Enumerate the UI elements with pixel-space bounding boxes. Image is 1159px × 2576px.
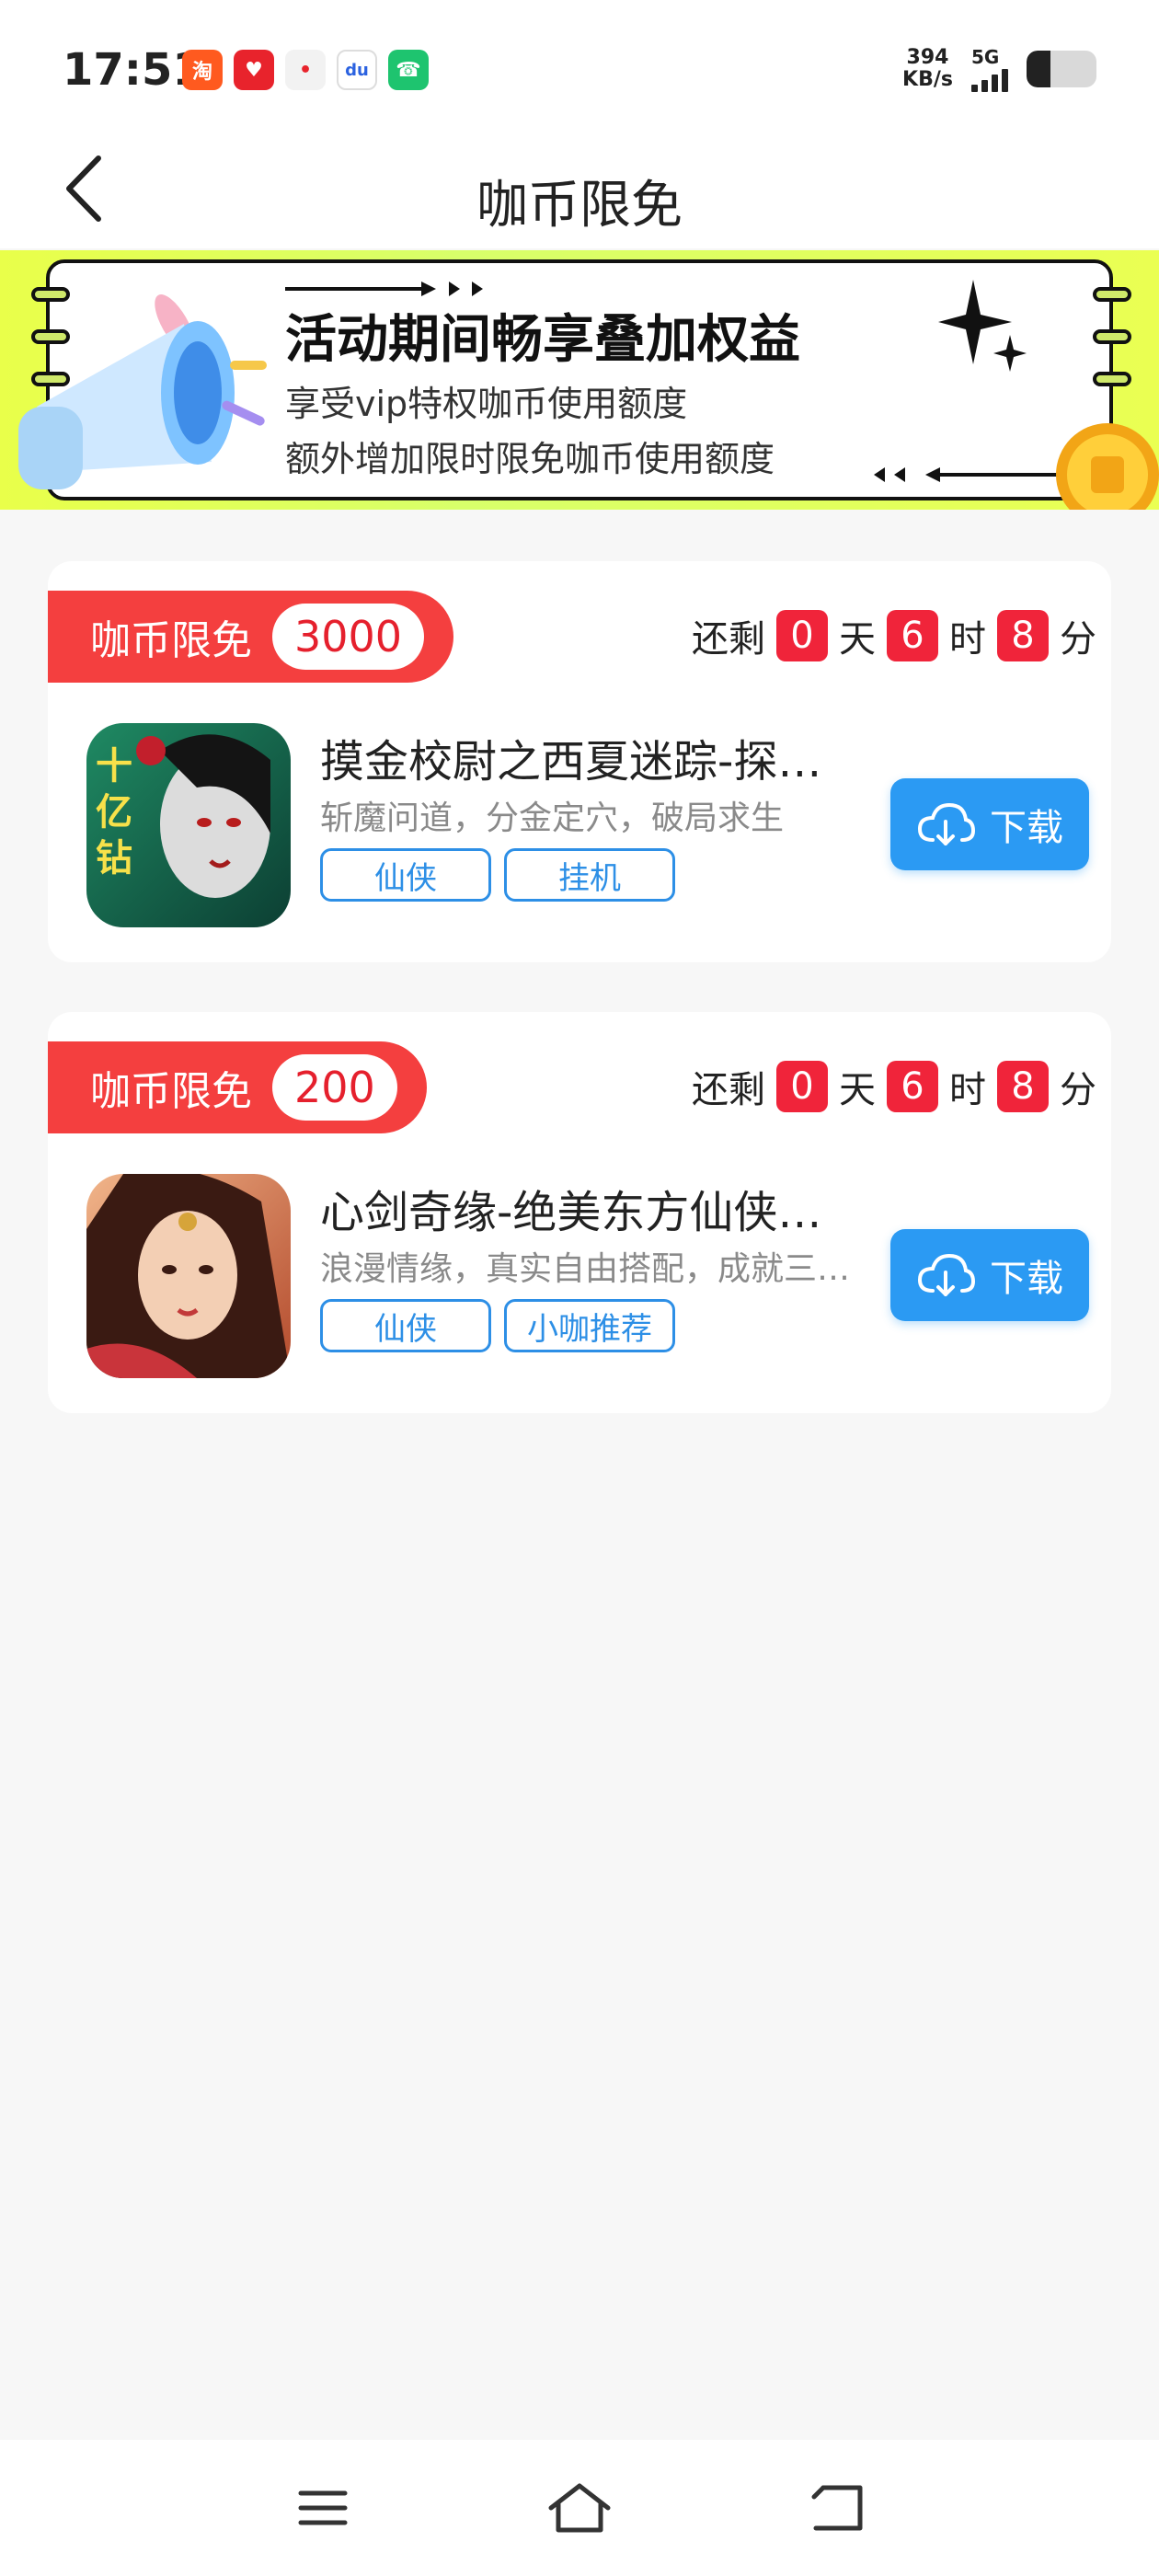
net-speed-value: 394 xyxy=(906,46,949,69)
free-tag-amount: 200 xyxy=(272,1054,397,1121)
cloud-download-icon xyxy=(917,1253,975,1296)
countdown-days: 0 xyxy=(776,1061,828,1112)
countdown-day-unit: 天 xyxy=(839,1069,876,1111)
game-card[interactable]: 咖币限免 200 还剩 0 天 6 时 8 分 心剑奇缘-绝美东方仙侠… 浪漫情… xyxy=(48,1012,1111,1413)
page-title: 咖币限免 xyxy=(476,176,683,236)
home-button[interactable] xyxy=(547,2480,612,2536)
game-tag: 仙侠 xyxy=(320,1299,491,1352)
back-nav-icon xyxy=(811,2485,863,2531)
countdown: 还剩 0 天 6 时 8 分 xyxy=(692,1060,1096,1113)
countdown-hour-unit: 时 xyxy=(949,618,986,661)
free-tag: 咖币限免 200 xyxy=(48,1041,427,1133)
game-icon-art: 十 亿 钻 xyxy=(86,723,291,927)
sparkle-icon xyxy=(938,280,1027,372)
game-description: 斩魔问道，分金定穴，破局求生 xyxy=(320,799,785,837)
header: 咖币限免 xyxy=(0,138,1159,248)
menu-button[interactable] xyxy=(291,2480,355,2536)
arrow-decoration-icon xyxy=(285,282,483,296)
menu-icon xyxy=(298,2490,348,2525)
countdown: 还剩 0 天 6 时 8 分 xyxy=(692,609,1096,662)
redheart-app-icon: ♥ xyxy=(234,50,274,90)
game-icon-art xyxy=(86,1174,291,1378)
promo-banner[interactable]: 活动期间畅享叠加权益 享受vip特权咖币使用额度 额外增加限时限免咖币使用额度 xyxy=(0,250,1159,510)
taobao-app-icon: 淘 xyxy=(182,50,223,90)
game-tag: 小咖推荐 xyxy=(504,1299,675,1352)
free-tag: 咖币限免 3000 xyxy=(48,591,454,683)
status-bar: 17:51 淘 ♥ • du ☎ 394 KB/s 5G xyxy=(0,0,1159,138)
arrow-decoration-icon xyxy=(874,467,1065,482)
free-tag-label: 咖币限免 xyxy=(90,617,252,664)
game-name[interactable]: 摸金校尉之西夏迷踪-探… xyxy=(320,725,872,789)
free-tag-amount: 3000 xyxy=(272,604,425,670)
download-button[interactable]: 下载 xyxy=(890,778,1089,870)
network-speed: 394 KB/s xyxy=(902,47,953,91)
megaphone-icon xyxy=(18,294,267,489)
game-card[interactable]: 咖币限免 3000 还剩 0 天 6 时 8 分 十 亿 钻 摸金校尉之西夏迷踪… xyxy=(48,561,1111,962)
status-right: 394 KB/s 5G xyxy=(902,46,1096,92)
baidu-app-icon: du xyxy=(337,50,377,90)
banner-title: 活动期间畅享叠加权益 xyxy=(285,310,800,370)
game-icon[interactable]: 十 亿 钻 xyxy=(86,723,291,927)
game-icon[interactable] xyxy=(86,1174,291,1378)
countdown-prefix: 还剩 xyxy=(692,618,765,661)
back-nav-button[interactable] xyxy=(806,2480,870,2536)
game-tag: 挂机 xyxy=(504,848,675,902)
map-pin-app-icon: • xyxy=(285,50,326,90)
phone-app-icon: ☎ xyxy=(388,50,429,90)
status-app-icons: 淘 ♥ • du ☎ xyxy=(182,50,429,90)
game-name[interactable]: 心剑奇缘-绝美东方仙侠… xyxy=(320,1176,872,1240)
coin-icon xyxy=(1056,423,1159,510)
countdown-hours: 6 xyxy=(887,1061,938,1112)
countdown-hour-unit: 时 xyxy=(949,1069,986,1111)
ring-decoration xyxy=(1093,329,1131,344)
countdown-hours: 6 xyxy=(887,610,938,661)
download-button[interactable]: 下载 xyxy=(890,1229,1089,1321)
free-tag-label: 咖币限免 xyxy=(90,1068,252,1115)
download-label: 下载 xyxy=(990,1258,1063,1300)
game-description: 浪漫情缘，真实自由搭配，成就三… xyxy=(320,1250,851,1288)
countdown-minute-unit: 分 xyxy=(1060,1069,1096,1111)
game-icon-text: 十 xyxy=(96,744,132,788)
net-speed-unit: KB/s xyxy=(902,68,953,91)
system-nav-bar xyxy=(0,2440,1159,2576)
signal-bars-icon xyxy=(971,68,1008,92)
game-tags: 仙侠 小咖推荐 xyxy=(320,1299,675,1352)
banner-line-2: 额外增加限时限免咖币使用额度 xyxy=(285,439,775,479)
signal-indicator: 5G xyxy=(971,46,1008,92)
game-tag: 仙侠 xyxy=(320,848,491,902)
game-icon-text: 亿 xyxy=(96,790,132,834)
game-icon-text: 钻 xyxy=(96,836,132,880)
download-label: 下载 xyxy=(990,807,1063,849)
countdown-minute-unit: 分 xyxy=(1060,618,1096,661)
game-tags: 仙侠 挂机 xyxy=(320,848,675,902)
network-type: 5G xyxy=(971,46,1000,68)
countdown-minutes: 8 xyxy=(997,1061,1049,1112)
battery-icon xyxy=(1027,51,1096,87)
countdown-day-unit: 天 xyxy=(839,618,876,661)
cloud-download-icon xyxy=(917,802,975,845)
ring-decoration xyxy=(1093,287,1131,302)
countdown-days: 0 xyxy=(776,610,828,661)
ring-decoration xyxy=(1093,372,1131,386)
countdown-minutes: 8 xyxy=(997,610,1049,661)
home-icon xyxy=(548,2483,611,2533)
banner-line-1: 享受vip特权咖币使用额度 xyxy=(285,384,688,424)
countdown-prefix: 还剩 xyxy=(692,1069,765,1111)
